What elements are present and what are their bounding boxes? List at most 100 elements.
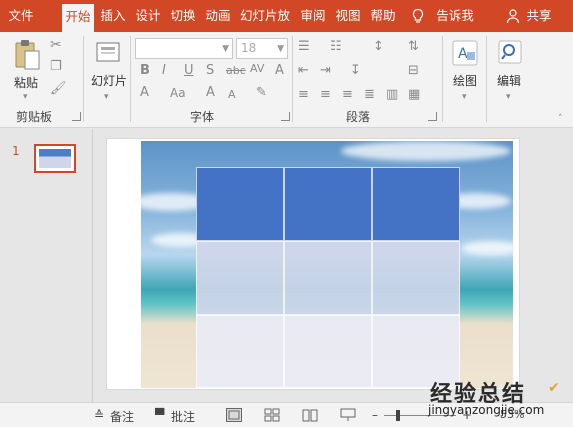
font-size-input[interactable]: 18 ▼: [236, 38, 288, 59]
clear-format-icon[interactable]: A: [275, 64, 284, 78]
divider: [130, 36, 131, 122]
watermark-url: jingyanzongjie.com: [428, 403, 545, 417]
table-cell[interactable]: [196, 315, 284, 388]
paste-icon[interactable]: [13, 38, 41, 72]
slide-number: 1: [12, 144, 20, 158]
normal-view-icon[interactable]: [226, 408, 242, 422]
search-icon[interactable]: [498, 40, 522, 64]
table-cell[interactable]: [196, 241, 284, 315]
slide-editor[interactable]: [106, 138, 520, 390]
collapse-ribbon-icon[interactable]: ˄: [558, 112, 563, 126]
zoom-slider-thumb[interactable]: [396, 410, 400, 421]
divider: [292, 36, 293, 122]
new-slide-icon[interactable]: [96, 40, 120, 64]
tab-view[interactable]: 视图: [332, 3, 364, 29]
chevron-down-icon[interactable]: ▼: [222, 44, 229, 54]
tab-insert[interactable]: 插入: [97, 3, 129, 29]
slide-background-image: [141, 141, 513, 388]
font-name-input[interactable]: ▼: [135, 38, 233, 59]
change-case-icon[interactable]: Aa: [170, 86, 186, 100]
chevron-down-icon[interactable]: ▾: [506, 90, 511, 104]
table-header-cell[interactable]: [196, 167, 284, 241]
increase-indent-icon[interactable]: ⇥: [320, 64, 331, 78]
lightbulb-icon[interactable]: [410, 8, 426, 24]
tab-file[interactable]: 文件: [2, 3, 40, 29]
char-spacing-icon[interactable]: AV: [250, 62, 264, 76]
tab-transitions[interactable]: 切换: [167, 3, 199, 29]
watermark: 经验总结 ✔ jingyanzongjie.com: [428, 376, 560, 426]
table-header-cell[interactable]: [284, 167, 372, 241]
tab-slideshow[interactable]: 幻灯片放: [236, 3, 294, 29]
shapes-icon[interactable]: A: [452, 40, 478, 66]
clipboard-launcher-icon[interactable]: [72, 112, 81, 121]
cloud: [341, 141, 511, 161]
drawing-label[interactable]: 绘图: [453, 72, 477, 89]
paragraph-launcher-icon[interactable]: [428, 112, 437, 121]
align-text-icon[interactable]: ⊟: [408, 64, 419, 78]
font-color-icon[interactable]: A: [140, 86, 149, 100]
smartart-icon[interactable]: ▦: [408, 88, 420, 102]
tab-animations[interactable]: 动画: [202, 3, 234, 29]
zoom-out-button[interactable]: –: [372, 408, 378, 422]
paragraph-group-label: 段落: [346, 110, 371, 124]
justify-icon[interactable]: ≣: [364, 88, 375, 102]
highlight-icon[interactable]: ✎: [256, 86, 267, 100]
decrease-indent-icon[interactable]: ⇤: [298, 64, 309, 78]
slideshow-icon[interactable]: [340, 408, 356, 422]
slide-table[interactable]: [196, 167, 460, 388]
line-spacing-icon[interactable]: ↕: [373, 40, 384, 54]
tab-design[interactable]: 设计: [132, 3, 164, 29]
scissors-icon[interactable]: ✂: [50, 38, 62, 52]
share-button[interactable]: 共享: [524, 3, 554, 29]
table-cell[interactable]: [284, 315, 372, 388]
table-cell[interactable]: [284, 241, 372, 315]
paste-label[interactable]: 粘贴: [14, 74, 38, 91]
align-left-icon[interactable]: ≡: [298, 88, 309, 102]
chevron-down-icon[interactable]: ▾: [104, 90, 109, 104]
chevron-down-icon[interactable]: ▾: [462, 90, 467, 104]
sort-icon[interactable]: ↧: [350, 64, 361, 78]
slide-sorter-icon[interactable]: [264, 408, 280, 422]
numbering-icon[interactable]: ☷: [330, 40, 342, 54]
align-center-icon[interactable]: ≡: [320, 88, 331, 102]
shrink-font-icon[interactable]: A: [228, 88, 236, 102]
tab-home[interactable]: 开始: [62, 4, 94, 32]
new-slide-label[interactable]: 幻灯片: [91, 72, 127, 89]
italic-icon[interactable]: I: [162, 64, 166, 78]
tab-help[interactable]: 帮助: [367, 3, 399, 29]
cloud: [461, 241, 513, 255]
comments-icon[interactable]: ▀: [155, 408, 164, 422]
chevron-down-icon[interactable]: ▾: [23, 90, 28, 104]
divider: [83, 36, 84, 122]
notes-button[interactable]: 备注: [110, 408, 134, 425]
font-group-label: 字体: [190, 110, 215, 124]
chevron-down-icon[interactable]: ▼: [277, 44, 284, 54]
editing-label[interactable]: 编辑: [497, 72, 521, 89]
slide-thumbnail[interactable]: [34, 144, 76, 173]
tell-me-search[interactable]: 告诉我: [432, 3, 478, 29]
notes-icon[interactable]: ≙: [94, 408, 104, 422]
shadow-icon[interactable]: S: [206, 64, 214, 78]
table-cell[interactable]: [372, 241, 460, 315]
slide-thumbnails-panel: 1: [0, 129, 93, 402]
checkmark-icon: ✔: [548, 380, 560, 396]
font-launcher-icon[interactable]: [281, 112, 290, 121]
text-direction-icon[interactable]: ⇅: [408, 40, 419, 54]
bullets-icon[interactable]: ☰: [298, 40, 310, 54]
bold-icon[interactable]: B: [140, 64, 150, 78]
align-right-icon[interactable]: ≡: [342, 88, 353, 102]
strikethrough-icon[interactable]: abc: [226, 64, 246, 78]
format-painter-icon[interactable]: 🖌: [50, 82, 67, 96]
table-header-cell[interactable]: [372, 167, 460, 241]
underline-icon[interactable]: U: [184, 64, 194, 78]
ribbon-home: 粘贴 ▾ ✂ ❐ 🖌 剪贴板 幻灯片 ▾ ▼ 18 ▼ B I U S abc …: [0, 32, 573, 128]
copy-icon[interactable]: ❐: [50, 60, 62, 74]
person-icon[interactable]: [505, 8, 521, 24]
tab-review[interactable]: 审阅: [297, 3, 329, 29]
comments-button[interactable]: 批注: [171, 408, 195, 425]
reading-view-icon[interactable]: [302, 408, 318, 422]
columns-icon[interactable]: ▥: [386, 88, 398, 102]
divider: [486, 36, 487, 122]
grow-font-icon[interactable]: A: [206, 86, 215, 100]
divider: [442, 36, 443, 122]
